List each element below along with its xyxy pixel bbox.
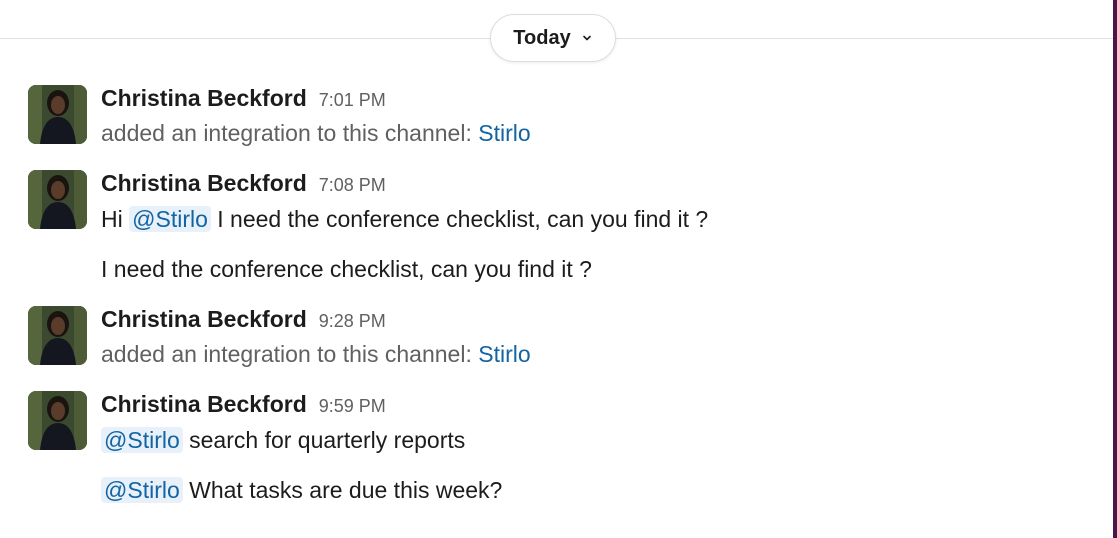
message-text: added an integration to this channel: St… — [101, 341, 531, 368]
user-mention[interactable]: @Stirlo — [129, 206, 211, 232]
message-author[interactable]: Christina Beckford — [101, 391, 307, 418]
message-author[interactable]: Christina Beckford — [101, 85, 307, 112]
date-divider-button[interactable]: Today — [490, 14, 616, 62]
avatar-image — [28, 391, 87, 450]
message-text: Hi @Stirlo I need the conference checkli… — [101, 206, 708, 233]
message-text: added an integration to this channel: St… — [101, 120, 531, 147]
message-text-body: I need the conference checklist, can you… — [210, 206, 709, 232]
message-author[interactable]: Christina Beckford — [101, 170, 307, 197]
avatar[interactable] — [28, 391, 87, 450]
message-timestamp[interactable]: 7:01 PM — [319, 90, 386, 111]
avatar-image — [28, 306, 87, 365]
message-text: @Stirlo search for quarterly reports — [101, 427, 465, 454]
message-text-body: search for quarterly reports — [182, 427, 466, 453]
integration-link[interactable]: Stirlo — [478, 341, 530, 367]
avatar-image — [28, 170, 87, 229]
message-timestamp[interactable]: 9:28 PM — [319, 311, 386, 332]
integration-link[interactable]: Stirlo — [478, 120, 530, 146]
avatar[interactable] — [28, 170, 87, 229]
message-text-prefix: Hi — [101, 206, 130, 232]
sidebar-edge — [1113, 0, 1117, 538]
message-timestamp[interactable]: 9:59 PM — [319, 396, 386, 417]
avatar-image — [28, 85, 87, 144]
chevron-down-icon — [582, 35, 591, 41]
message-text-body: What tasks are due this week? — [182, 477, 503, 503]
system-text: added an integration to this channel: — [101, 120, 479, 146]
message-author[interactable]: Christina Beckford — [101, 306, 307, 333]
user-mention[interactable]: @Stirlo — [101, 427, 183, 453]
user-mention[interactable]: @Stirlo — [101, 477, 183, 503]
system-text: added an integration to this channel: — [101, 341, 479, 367]
message-text: I need the conference checklist, can you… — [101, 256, 592, 282]
chat-viewport: Today Christina Beckford 7:01 PM added a… — [0, 0, 1117, 538]
message-text: @Stirlo What tasks are due this week? — [101, 477, 502, 504]
avatar[interactable] — [28, 306, 87, 365]
avatar[interactable] — [28, 85, 87, 144]
date-divider-label: Today — [513, 26, 571, 49]
message-timestamp[interactable]: 7:08 PM — [319, 175, 386, 196]
